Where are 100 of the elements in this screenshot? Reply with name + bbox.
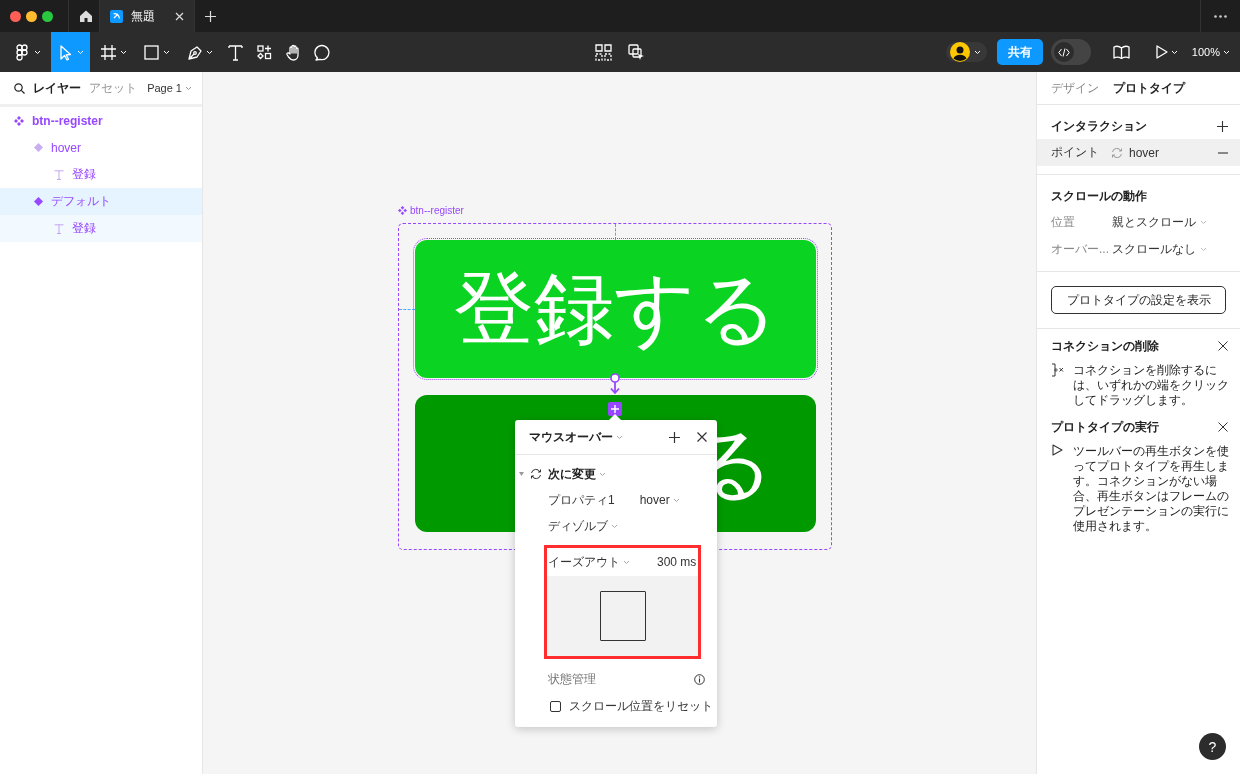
disconnect-icon [1051, 363, 1065, 377]
help-button[interactable]: ? [1199, 733, 1226, 760]
page-selector[interactable]: Page 1 [147, 82, 192, 94]
scroll-dropdown[interactable]: 親とスクロール [1112, 214, 1196, 231]
tab-title: 無題 [131, 7, 155, 25]
info-icon[interactable] [694, 674, 705, 685]
play-icon [1051, 444, 1065, 456]
layer-row[interactable]: デフォルト [0, 188, 202, 215]
trigger-dropdown[interactable]: マウスオーバー [529, 428, 613, 446]
layer-row[interactable]: 登録 [0, 161, 202, 188]
dotted-grid-icon[interactable] [595, 43, 612, 61]
section-title: コネクションの削除 [1051, 337, 1159, 355]
layer-name: 登録 [72, 220, 96, 237]
shapes-icon [256, 43, 273, 61]
layer-name: デフォルト [51, 193, 111, 210]
layer-row[interactable]: btn--register [0, 107, 202, 134]
caret-icon [599, 471, 606, 477]
close-icon[interactable] [1218, 341, 1228, 351]
panel-tab[interactable]: デザイン [1051, 79, 1099, 97]
text-layer-icon [54, 169, 64, 180]
section-title: スクロールの動作 [1051, 187, 1147, 205]
caret-icon [163, 49, 170, 55]
caret-icon [34, 49, 41, 55]
swap-icon [1111, 146, 1123, 159]
checkbox-label: スクロール位置をリセット [569, 698, 713, 715]
caret-icon [1200, 220, 1207, 225]
field-label: オーバー... [1051, 241, 1110, 258]
caret-icon [672, 497, 680, 503]
file-tab[interactable]: 無題 [100, 0, 195, 32]
minus-icon[interactable] [1218, 151, 1228, 154]
caret-icon [185, 85, 192, 91]
caret-icon [206, 49, 213, 55]
close-icon[interactable] [1218, 422, 1228, 432]
square-icon [143, 43, 160, 61]
scroll-dropdown[interactable]: スクロールなし [1112, 241, 1196, 258]
diamond-icon [34, 143, 43, 152]
plus-icon[interactable] [1217, 120, 1228, 132]
caret-icon [1200, 247, 1207, 252]
book-icon [1112, 45, 1130, 59]
tip-text: コネクションを削除するには、いずれかの端をクリックしてドラッグします。 [1073, 363, 1230, 408]
target-label: hover [1129, 145, 1160, 160]
text-layer-icon [54, 223, 64, 234]
account-button[interactable] [945, 42, 987, 62]
close-icon[interactable] [697, 432, 707, 442]
main-menu-icon [14, 43, 31, 61]
checkbox[interactable] [550, 701, 561, 712]
action-dropdown[interactable]: 次に変更 [548, 465, 596, 483]
caret-icon [623, 559, 630, 565]
swap-icon [530, 468, 542, 480]
interaction-row[interactable]: ポイント hover [1037, 139, 1240, 166]
layer-row[interactable]: 登録 [0, 215, 202, 242]
button-variant: 登録する [415, 240, 816, 378]
panel-tab[interactable]: プロトタイプ [1113, 79, 1185, 97]
add-connection-icon[interactable] [608, 402, 622, 416]
plus-icon[interactable] [669, 431, 680, 443]
component-set-icon [14, 115, 24, 126]
section-title: インタラクション [1051, 117, 1147, 135]
field-label: 位置 [1051, 214, 1076, 231]
property-dropdown[interactable]: hover [639, 493, 670, 507]
overlapping-squares-icon[interactable] [628, 43, 645, 61]
layer-name: hover [51, 140, 82, 155]
code-mode-toggle[interactable] [1050, 39, 1091, 65]
animation-dropdown[interactable]: ディゾルブ [548, 517, 608, 535]
property-label: プロパティ1 [548, 491, 615, 509]
section-title: プロトタイプの実行 [1051, 418, 1159, 436]
diamond-icon [34, 197, 43, 206]
avatar-icon [949, 42, 970, 62]
code-icon [1057, 47, 1070, 57]
hand-icon [285, 43, 302, 61]
collapse-icon[interactable] [519, 472, 524, 476]
panel-tab[interactable]: レイヤー [33, 79, 81, 97]
zoom-menu[interactable]: 100% [1191, 46, 1230, 58]
add-tab-icon[interactable] [205, 10, 216, 22]
close-window-button[interactable] [10, 10, 21, 22]
caret-icon [1223, 49, 1230, 55]
layer-row[interactable]: hover [0, 134, 202, 161]
file-icon [110, 9, 123, 23]
more-icon[interactable] [1214, 14, 1227, 18]
caret-icon [77, 49, 84, 55]
tip-text: ツールバーの再生ボタンを使ってプロトタイプを再生します。コネクションがない場合、再生ボタンはフレームのプレゼンテーションの実行に使用されます。 [1073, 444, 1230, 534]
component-set-icon [398, 206, 407, 215]
prototype-settings-button[interactable]: プロトタイプの設定を表示 [1051, 286, 1226, 314]
minimize-window-button[interactable] [26, 10, 37, 22]
layer-name: 登録 [72, 166, 96, 183]
search-icon[interactable] [14, 82, 25, 94]
hash-icon [100, 43, 117, 61]
play-icon [1155, 45, 1168, 59]
caret-icon [1170, 49, 1178, 55]
frame-label: btn--register [410, 205, 464, 216]
speech-bubble-icon [314, 43, 331, 61]
zoom-window-button[interactable] [42, 10, 53, 22]
caret-icon [616, 434, 623, 440]
cursor-icon [57, 43, 74, 61]
text-tool-icon [227, 43, 244, 61]
home-icon [79, 9, 93, 23]
caret-icon [120, 49, 127, 55]
trigger-label: ポイント [1051, 144, 1100, 161]
duration-value: 300 ms [657, 555, 697, 569]
connection-arrow-icon [608, 373, 622, 395]
easing-dropdown[interactable]: イーズアウト [548, 553, 620, 571]
